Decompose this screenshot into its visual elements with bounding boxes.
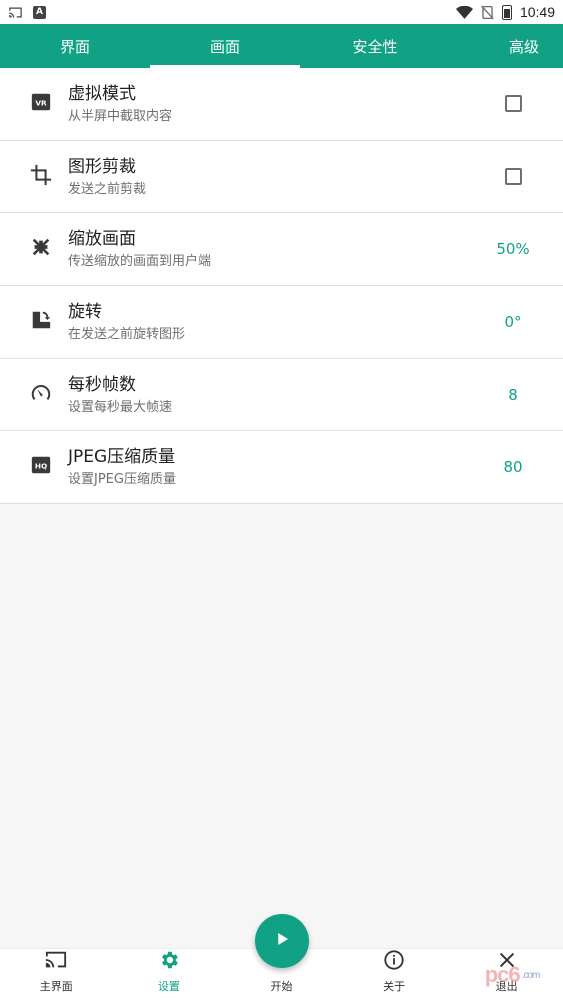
scale-value: 50% [496,240,530,259]
setting-title: 虚拟模式 [68,83,136,104]
setting-subtitle: 从半屏中截取内容 [68,108,173,124]
rotate-value: 0° [504,312,522,331]
crop-icon [30,164,52,190]
speedometer-icon [30,382,52,408]
tab-advanced[interactable]: 高级 [450,24,563,68]
setting-subtitle: 传送缩放的画面到用户端 [68,254,212,270]
nav-label: 关于 [383,980,406,993]
setting-fps[interactable]: 每秒帧数 设置每秒最大帧速 8 [0,358,563,432]
nav-label: 开始 [270,980,293,993]
setting-title: 每秒帧数 [68,374,136,395]
battery-charging-icon [501,4,512,20]
setting-title: 旋转 [68,301,102,322]
setting-jpeg-quality[interactable]: HQ JPEG压缩质量 设置JPEG压缩质量 80 [0,431,563,505]
rotate-icon [30,309,52,335]
close-icon [496,949,518,978]
setting-subtitle: 设置每秒最大帧速 [68,399,173,415]
tab-label: 高级 [508,37,539,56]
setting-title: 图形剪裁 [68,156,136,177]
setting-subtitle: 在发送之前旋转图形 [68,326,186,342]
svg-text:HQ: HQ [35,462,47,471]
nav-label: 退出 [495,980,518,993]
status-bar: A 10:49 [0,0,563,24]
crop-checkbox[interactable] [504,168,522,186]
nav-about[interactable]: 关于 [338,949,451,1000]
hq-icon: HQ [30,454,52,480]
settings-list: VR 虚拟模式 从半屏中截取内容 图形剪裁 发送之前剪裁 缩放画面 传送缩放的画… [0,68,563,505]
wifi-icon [455,5,473,19]
nav-home[interactable]: 主界面 [0,949,113,1000]
vr-icon: VR [30,91,52,117]
setting-rotate[interactable]: 旋转 在发送之前旋转图形 0° [0,286,563,359]
nav-exit[interactable]: 退出 [450,949,563,1000]
tab-security[interactable]: 安全性 [300,24,450,68]
a-letter-icon: A [33,5,46,19]
svg-text:VR: VR [35,99,47,108]
cast-icon [8,6,23,19]
virtual-mode-checkbox[interactable] [504,95,522,113]
setting-subtitle: 发送之前剪裁 [68,181,147,197]
setting-subtitle: 设置JPEG压缩质量 [68,472,176,488]
shrink-icon [30,236,52,262]
fps-value: 8 [508,385,518,404]
tab-label: 画面 [209,37,240,56]
setting-virtual-mode[interactable]: VR 虚拟模式 从半屏中截取内容 [0,68,563,141]
nav-label: 主界面 [39,980,73,993]
gear-icon [158,949,180,978]
status-time: 10:49 [519,4,555,20]
jpeg-quality-value: 80 [503,458,523,477]
tab-label: 安全性 [352,37,398,56]
setting-crop[interactable]: 图形剪裁 发送之前剪裁 [0,140,563,214]
setting-scale[interactable]: 缩放画面 传送缩放的画面到用户端 50% [0,213,563,287]
signal-off-icon [481,5,494,20]
tab-interface[interactable]: 界面 [0,24,150,68]
nav-settings[interactable]: 设置 [113,949,226,1000]
tab-screen[interactable]: 画面 [150,24,300,68]
setting-title: 缩放画面 [68,229,136,250]
nav-label: 设置 [157,980,180,993]
tab-bar: 界面 画面 安全性 高级 [0,24,563,68]
start-fab[interactable] [255,914,309,968]
tab-label: 界面 [59,37,90,56]
setting-title: JPEG压缩质量 [68,447,176,468]
info-icon [383,949,405,978]
cast-screen-icon [45,949,67,978]
play-icon [273,930,291,952]
